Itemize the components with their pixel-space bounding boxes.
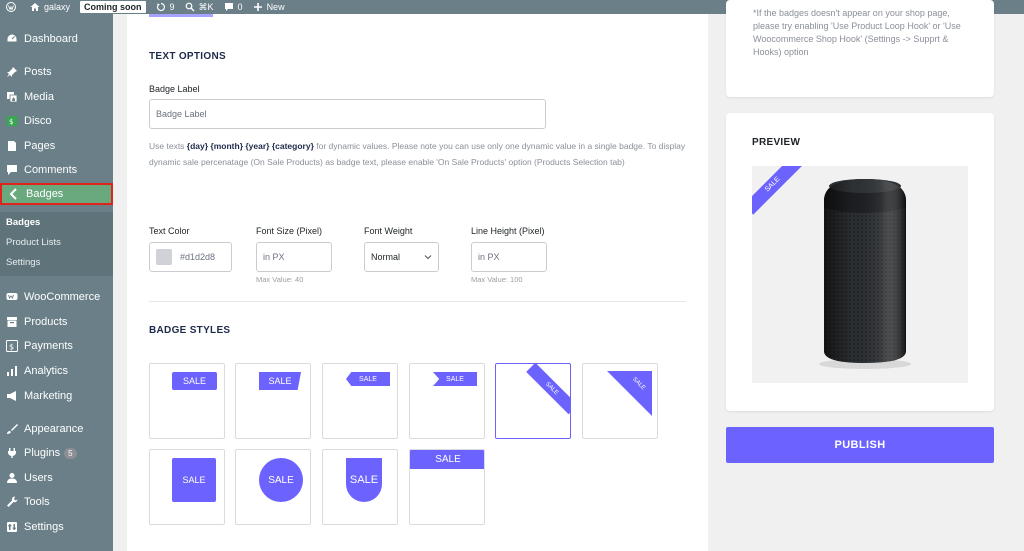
sidebar-item-settings[interactable]: Settings xyxy=(0,516,113,538)
search-icon xyxy=(185,2,195,12)
submenu-item-badges[interactable]: Badges xyxy=(6,217,40,228)
submenu-item-settings[interactable]: Settings xyxy=(6,257,40,268)
svg-text:$: $ xyxy=(9,343,14,352)
line-height-input[interactable]: in PX xyxy=(471,242,547,272)
admin-sidebar: Dashboard Posts Media $ Disco Pages Comm… xyxy=(0,14,113,551)
preview-title: PREVIEW xyxy=(752,137,801,148)
badge-style-rectangle[interactable]: SALE xyxy=(149,363,225,439)
badge-style-diagonal-ribbon[interactable]: SALE xyxy=(495,363,571,439)
sidebar-item-users[interactable]: Users xyxy=(0,467,113,489)
badge-label-placeholder: Badge Label xyxy=(156,109,207,119)
plus-icon xyxy=(253,3,262,11)
text-options-heading: TEXT OPTIONS xyxy=(149,51,226,62)
line-height-label: Line Height (Pixel) xyxy=(471,226,545,236)
woo-icon xyxy=(5,291,18,304)
font-size-input[interactable]: in PX xyxy=(256,242,332,272)
hook-note-card: *If the badges doesn't appear on your sh… xyxy=(726,0,994,97)
sidebar-item-badges[interactable]: Badges xyxy=(0,183,113,205)
comments-count: 0 xyxy=(237,2,243,12)
brush-icon xyxy=(5,423,18,436)
bar-chart-icon xyxy=(5,365,18,378)
plug-icon xyxy=(5,447,18,460)
hook-note: *If the badges doesn't appear on your sh… xyxy=(753,8,961,57)
badge-style-slanted[interactable]: SALE xyxy=(235,363,311,439)
new-label: New xyxy=(266,2,285,12)
site-name-link[interactable]: galaxy xyxy=(30,0,70,14)
badge-settings-panel: TEXT OPTIONS Badge Label Badge Label Use… xyxy=(127,14,708,551)
text-color-label: Text Color xyxy=(149,226,190,236)
badges-submenu: Badges Product Lists Settings xyxy=(0,212,113,276)
badge-label-title: Badge Label xyxy=(149,84,200,94)
settings-icon xyxy=(5,521,18,534)
sidebar-item-appearance[interactable]: Appearance xyxy=(0,418,113,440)
disco-icon: $ xyxy=(5,115,18,128)
coming-soon-badge[interactable]: Coming soon xyxy=(80,0,146,14)
submenu-item-product-lists[interactable]: Product Lists xyxy=(6,237,61,248)
badge-style-top-banner[interactable]: SALE xyxy=(409,449,485,525)
chevron-down-icon xyxy=(424,255,432,260)
sidebar-item-marketing[interactable]: Marketing xyxy=(0,385,113,407)
archive-icon xyxy=(5,316,18,329)
site-name: galaxy xyxy=(44,2,71,12)
sidebar-item-products[interactable]: Products xyxy=(0,311,113,333)
comments-link[interactable]: 0 xyxy=(224,0,243,14)
text-color-value: #d1d2d8 xyxy=(180,252,216,262)
sidebar-item-posts[interactable]: Posts xyxy=(0,61,113,83)
command-palette-link[interactable]: ⌘K xyxy=(185,0,214,14)
sidebar-item-tools[interactable]: Tools xyxy=(0,491,113,513)
sidebar-item-comments[interactable]: Comments xyxy=(0,159,113,181)
section-divider xyxy=(149,301,686,302)
media-icon xyxy=(5,91,18,104)
page-icon xyxy=(5,140,18,153)
font-size-hint: Max Value: 40 xyxy=(256,275,304,284)
product-preview-image: SALE xyxy=(752,166,968,383)
refresh-icon xyxy=(156,2,165,12)
megaphone-icon xyxy=(5,390,18,403)
sidebar-item-payments[interactable]: $ Payments xyxy=(0,335,113,357)
pin-icon xyxy=(5,66,18,79)
wrench-icon xyxy=(5,496,18,509)
text-color-picker[interactable]: #d1d2d8 xyxy=(149,242,232,272)
line-height-hint: Max Value: 100 xyxy=(471,275,523,284)
badge-label-input[interactable]: Badge Label xyxy=(149,99,546,129)
dynamic-tokens: {day} {month} {year} {category} xyxy=(186,141,314,151)
sidebar-item-analytics[interactable]: Analytics xyxy=(0,360,113,382)
badge-style-tag[interactable]: SALE xyxy=(322,363,398,439)
sidebar-item-pages[interactable]: Pages xyxy=(0,135,113,157)
font-weight-label: Font Weight xyxy=(364,226,413,236)
user-icon xyxy=(5,472,18,485)
preview-card: PREVIEW SALE xyxy=(726,113,994,411)
chevron-left-icon xyxy=(7,188,20,201)
wordpress-logo-icon[interactable] xyxy=(6,0,20,14)
comment-icon xyxy=(224,3,233,11)
plugins-update-count: 5 xyxy=(64,447,77,459)
comment-icon xyxy=(5,164,18,177)
speaker-image xyxy=(819,179,911,369)
new-content-link[interactable]: New xyxy=(253,0,285,14)
badge-style-shield[interactable]: SALE xyxy=(322,449,398,525)
active-tab-indicator xyxy=(149,14,213,17)
badge-style-corner-triangle[interactable]: SALE xyxy=(582,363,658,439)
home-icon xyxy=(30,3,40,11)
sidebar-item-woocommerce[interactable]: WooCommerce xyxy=(0,286,113,308)
svg-text:$: $ xyxy=(9,118,13,126)
badge-style-arrow[interactable]: SALE xyxy=(409,363,485,439)
sidebar-item-dashboard[interactable]: Dashboard xyxy=(0,28,113,50)
sidebar-item-media[interactable]: Media xyxy=(0,86,113,108)
font-weight-select[interactable]: Normal xyxy=(364,242,439,272)
updates-count: 9 xyxy=(169,2,175,12)
sidebar-item-plugins[interactable]: Plugins 5 xyxy=(0,442,113,464)
color-swatch xyxy=(156,249,172,265)
dynamic-values-help: Use texts {day} {month} {year} {category… xyxy=(149,141,686,167)
publish-button[interactable]: PUBLISH xyxy=(726,427,994,463)
dollar-icon: $ xyxy=(5,340,18,353)
shortcut-label: ⌘K xyxy=(198,1,214,12)
badge-style-square[interactable]: SALE xyxy=(149,449,225,525)
badge-styles-heading: BADGE STYLES xyxy=(149,325,231,336)
updates-link[interactable]: 9 xyxy=(156,0,175,14)
dashboard-icon xyxy=(5,33,18,46)
badge-style-circle[interactable]: SALE xyxy=(235,449,311,525)
sidebar-item-disco[interactable]: $ Disco xyxy=(0,110,113,132)
font-size-label: Font Size (Pixel) xyxy=(256,226,323,236)
